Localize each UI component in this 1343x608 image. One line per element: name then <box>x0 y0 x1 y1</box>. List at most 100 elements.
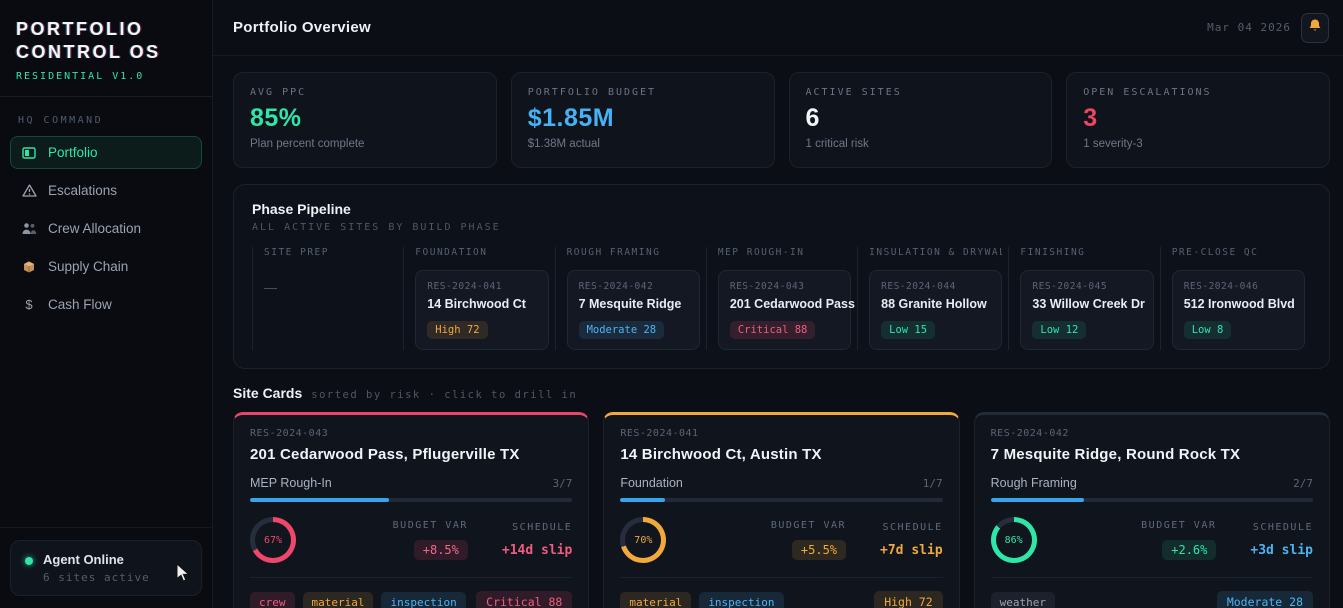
site-id: RES-2024-042 <box>991 428 1313 439</box>
risk-badge: Critical 88 <box>730 321 816 339</box>
risk-badge: Moderate 28 <box>579 321 665 339</box>
pipeline-site-card[interactable]: RES-2024-044 88 Granite Hollow Low 15 <box>869 270 1002 350</box>
budget-var-value: +2.6% <box>1162 540 1216 560</box>
risk-badge: Low 12 <box>1032 321 1086 339</box>
kpi-label: PORTFOLIO BUDGET <box>528 87 758 98</box>
pipeline-site-card[interactable]: RES-2024-041 14 Birchwood Ct High 72 <box>415 270 548 350</box>
phase-label: ROUGH FRAMING <box>567 247 700 258</box>
site-id: RES-2024-043 <box>250 428 572 439</box>
schedule-slip-value: +14d slip <box>502 543 572 558</box>
site-address: 512 Ironwood Blvd <box>1184 297 1293 311</box>
divider <box>991 577 1313 578</box>
app-title: PORTFOLIO CONTROL OS <box>16 18 196 63</box>
site-title: 14 Birchwood Ct, Austin TX <box>620 446 942 463</box>
phase-label: FINISHING <box>1020 247 1153 258</box>
phase-name: MEP Rough-In <box>250 476 332 490</box>
site-id: RES-2024-045 <box>1032 281 1141 292</box>
kpi-avg-ppc: AVG PPC 85% Plan percent complete <box>233 72 497 168</box>
kpi-active-sites: ACTIVE SITES 6 1 critical risk <box>789 72 1053 168</box>
pipeline-columns: SITE PREP — FOUNDATION RES-2024-041 14 B… <box>252 247 1311 350</box>
site-card-res-2024-041[interactable]: RES-2024-041 14 Birchwood Ct, Austin TX … <box>603 412 959 608</box>
phase-label: FOUNDATION <box>415 247 548 258</box>
kpi-sub: 1 severity-3 <box>1083 138 1313 150</box>
agent-status-text: Agent Online <box>43 552 150 567</box>
site-title: 7 Mesquite Ridge, Round Rock TX <box>991 446 1313 463</box>
kpi-value: 3 <box>1083 104 1313 133</box>
risk-badge: High 72 <box>874 591 942 608</box>
kpi-label: ACTIVE SITES <box>806 87 1036 98</box>
sidebar: PORTFOLIO CONTROL OS RESIDENTIAL V1.0 HQ… <box>0 0 213 608</box>
pipeline-site-card[interactable]: RES-2024-043 201 Cedarwood Pass Critical… <box>718 270 851 350</box>
schedule-label: SCHEDULE <box>502 522 572 533</box>
pipeline-column-rough-framing: ROUGH FRAMING RES-2024-042 7 Mesquite Ri… <box>555 247 706 350</box>
site-card-res-2024-042[interactable]: RES-2024-042 7 Mesquite Ridge, Round Roc… <box>974 412 1330 608</box>
divider <box>250 577 572 578</box>
kpi-portfolio-budget: PORTFOLIO BUDGET $1.85M $1.38M actual <box>511 72 775 168</box>
tag-crew: crew <box>250 592 295 608</box>
phase-label: PRE-CLOSE QC <box>1172 247 1305 258</box>
site-card-res-2024-043[interactable]: RES-2024-043 201 Cedarwood Pass, Pfluger… <box>233 412 589 608</box>
pipeline-column-foundation: FOUNDATION RES-2024-041 14 Birchwood Ct … <box>403 247 554 350</box>
sidebar-nav: HQ COMMAND Portfolio Escalations Crew Al… <box>0 97 212 340</box>
tag-material: material <box>303 592 374 608</box>
dollar-icon: $ <box>21 297 37 312</box>
site-id: RES-2024-046 <box>1184 281 1293 292</box>
budget-var-value: +5.5% <box>792 540 846 560</box>
tag-material: material <box>620 592 691 608</box>
schedule-slip-value: +7d slip <box>880 543 943 558</box>
app-logo: PORTFOLIO CONTROL OS RESIDENTIAL V1.0 <box>0 0 212 97</box>
site-address: 88 Granite Hollow <box>881 297 990 311</box>
crew-people-icon <box>21 222 37 235</box>
pipeline-site-card[interactable]: RES-2024-045 33 Willow Creek Dr Low 12 <box>1020 270 1153 350</box>
risk-badge: Low 15 <box>881 321 935 339</box>
agent-status-detail: 6 sites active <box>43 571 150 584</box>
phase-pipeline-panel: Phase Pipeline ALL ACTIVE SITES BY BUILD… <box>233 184 1330 369</box>
pipeline-column-mep-rough-in: MEP ROUGH-IN RES-2024-043 201 Cedarwood … <box>706 247 857 350</box>
site-cards-subtitle: sorted by risk · click to drill in <box>311 389 577 401</box>
site-cards-row: RES-2024-043 201 Cedarwood Pass, Pfluger… <box>233 412 1330 608</box>
phase-progress-bar <box>250 498 572 502</box>
tag-inspection: inspection <box>381 592 465 608</box>
pipeline-site-card[interactable]: RES-2024-042 7 Mesquite Ridge Moderate 2… <box>567 270 700 350</box>
agent-status-card: Agent Online 6 sites active <box>10 540 202 596</box>
nav-section-label: HQ COMMAND <box>10 111 202 136</box>
site-address: 33 Willow Creek Dr <box>1032 297 1141 311</box>
phase-name: Rough Framing <box>991 476 1077 490</box>
site-address: 14 Birchwood Ct <box>427 297 536 311</box>
kpi-sub: 1 critical risk <box>806 138 1036 150</box>
sidebar-item-escalations[interactable]: Escalations <box>10 174 202 207</box>
sidebar-item-label: Escalations <box>48 183 117 198</box>
warning-triangle-icon <box>21 184 37 197</box>
kpi-label: AVG PPC <box>250 87 480 98</box>
pipeline-site-card[interactable]: RES-2024-046 512 Ironwood Blvd Low 8 <box>1172 270 1305 350</box>
package-box-icon <box>21 260 37 273</box>
phase-fraction: 1/7 <box>923 477 943 490</box>
kpi-sub: $1.38M actual <box>528 138 758 150</box>
site-id: RES-2024-044 <box>881 281 990 292</box>
site-id: RES-2024-041 <box>620 428 942 439</box>
page-title: Portfolio Overview <box>233 19 371 36</box>
pipeline-column-insulation-drywall: INSULATION & DRYWALL RES-2024-044 88 Gra… <box>857 247 1008 350</box>
notifications-button[interactable] <box>1301 13 1329 43</box>
sidebar-item-supply-chain[interactable]: Supply Chain <box>10 250 202 283</box>
pipeline-column-pre-close-qc: PRE-CLOSE QC RES-2024-046 512 Ironwood B… <box>1160 247 1311 350</box>
topbar: Portfolio Overview Mar 04 2026 <box>213 0 1343 56</box>
current-date: Mar 04 2026 <box>1207 21 1291 34</box>
kpi-sub: Plan percent complete <box>250 138 480 150</box>
kpi-value: 6 <box>806 104 1036 133</box>
sidebar-item-cash-flow[interactable]: $ Cash Flow <box>10 288 202 321</box>
schedule-label: SCHEDULE <box>880 522 943 533</box>
site-id: RES-2024-041 <box>427 281 536 292</box>
risk-badge: High 72 <box>427 321 487 339</box>
site-title: 201 Cedarwood Pass, Pflugerville TX <box>250 446 572 463</box>
budget-var-label: BUDGET VAR <box>1141 520 1216 531</box>
site-id: RES-2024-043 <box>730 281 839 292</box>
sidebar-footer: Agent Online 6 sites active <box>0 527 212 608</box>
sidebar-item-portfolio[interactable]: Portfolio <box>10 136 202 169</box>
sidebar-item-crew-allocation[interactable]: Crew Allocation <box>10 212 202 245</box>
sidebar-item-label: Crew Allocation <box>48 221 141 236</box>
sidebar-item-label: Supply Chain <box>48 259 128 274</box>
main-area: Portfolio Overview Mar 04 2026 AVG PPC 8… <box>213 0 1343 608</box>
pipeline-column-site-prep: SITE PREP — <box>252 247 403 350</box>
portfolio-grid-icon <box>21 146 37 160</box>
